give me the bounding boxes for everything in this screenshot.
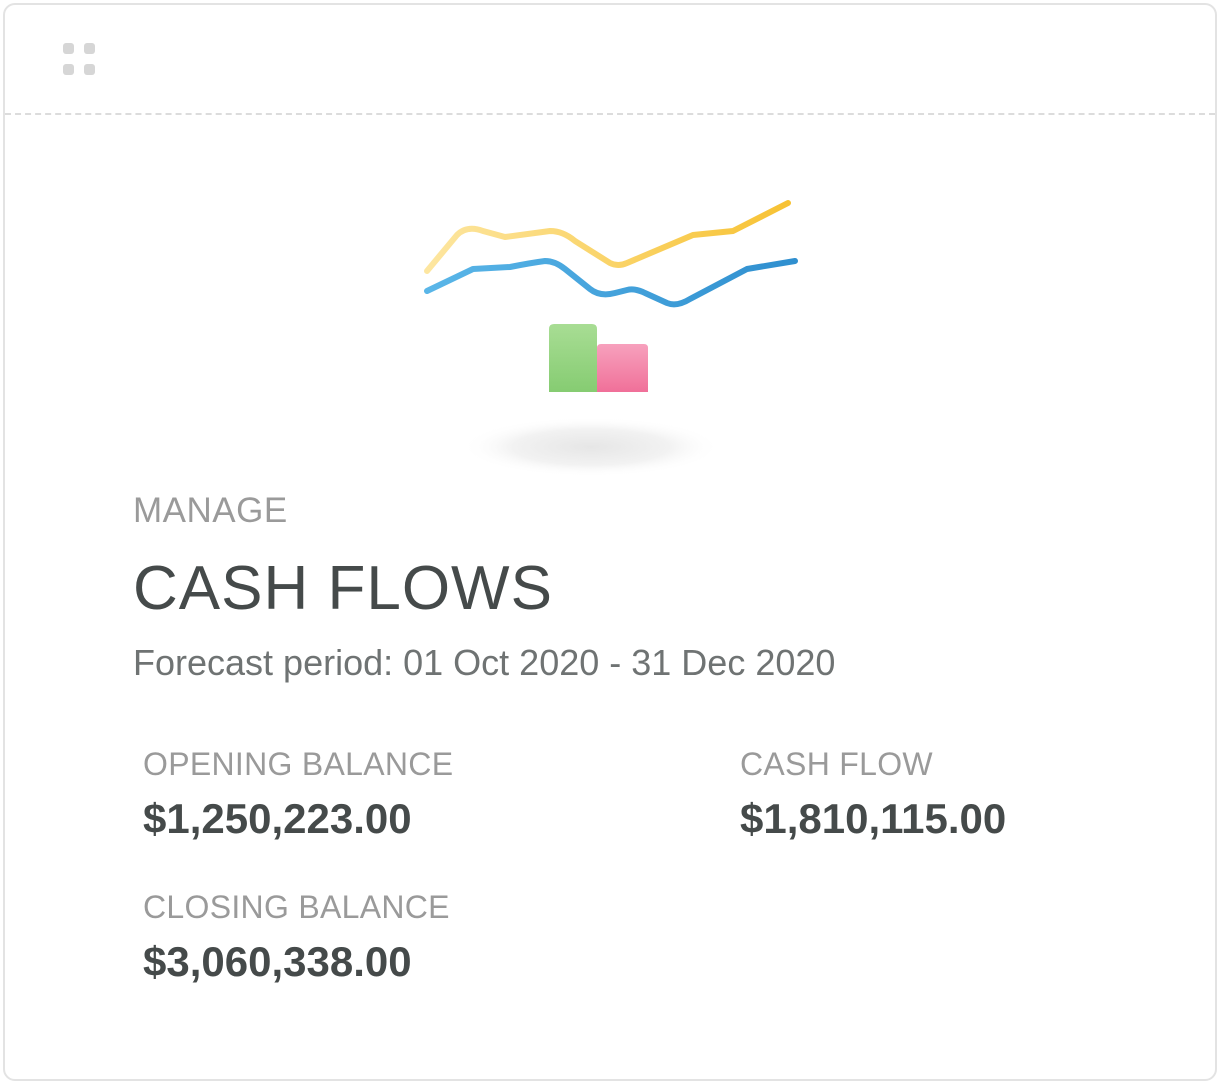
opening-balance-stat: OPENING BALANCE $1,250,223.00 xyxy=(143,748,453,840)
illustration-shadow xyxy=(461,417,721,477)
closing-balance-stat: CLOSING BALANCE $3,060,338.00 xyxy=(143,891,450,983)
cash-flow-stat: CASH FLOW $1,810,115.00 xyxy=(740,748,1006,840)
lower-trend-line xyxy=(424,258,798,308)
outflow-bar xyxy=(597,344,648,392)
upper-trend-line xyxy=(424,200,791,274)
opening-balance-value: $1,250,223.00 xyxy=(143,795,412,842)
opening-balance-label: OPENING BALANCE xyxy=(143,746,454,782)
cash-flow-chart-svg xyxy=(424,200,798,477)
card-title: CASH FLOWS xyxy=(133,554,553,623)
drag-handle-icon[interactable] xyxy=(63,43,97,77)
forecast-period: Forecast period: 01 Oct 2020 - 31 Dec 20… xyxy=(133,642,836,683)
card-eyebrow: MANAGE xyxy=(133,491,288,530)
cash-flow-label: CASH FLOW xyxy=(740,746,933,782)
card-header xyxy=(5,5,1215,115)
closing-balance-label: CLOSING BALANCE xyxy=(143,889,450,925)
inflow-bar xyxy=(549,324,597,392)
closing-balance-value: $3,060,338.00 xyxy=(143,938,412,985)
cash-flow-value: $1,810,115.00 xyxy=(740,795,1007,842)
cash-flow-chart-icon xyxy=(405,185,825,485)
